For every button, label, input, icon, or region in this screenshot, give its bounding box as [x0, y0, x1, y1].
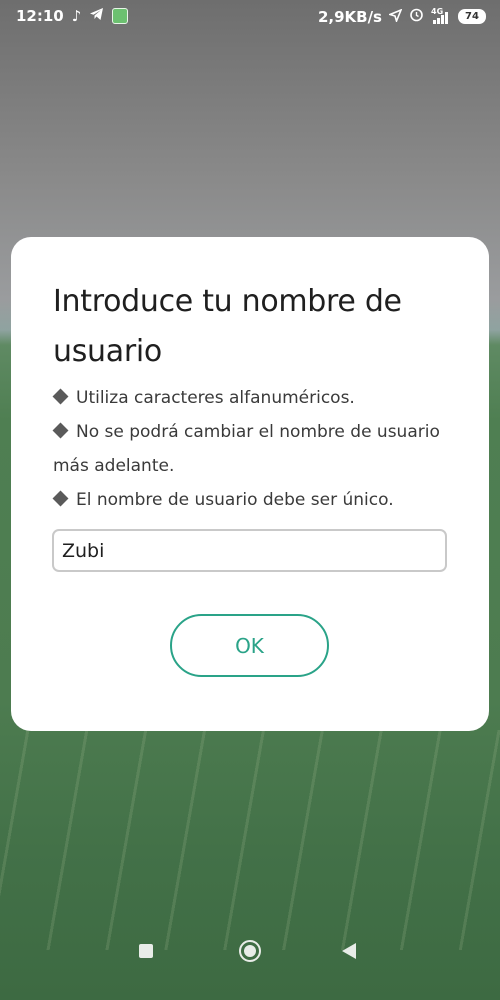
tiktok-icon: ♪: [71, 7, 82, 25]
recents-square-icon[interactable]: [139, 944, 153, 958]
telegram-icon: [89, 7, 104, 25]
diamond-bullet-icon: [52, 490, 69, 507]
app-notification-icon: [112, 8, 129, 24]
back-triangle-icon[interactable]: [342, 943, 356, 959]
screen: 12:10 ♪ 2,9KB/s 4G 74 Introduce tu nombr…: [0, 0, 500, 1000]
dialog-title: Introduce tu nombre de usuario: [53, 284, 402, 369]
navigation-bar: [0, 940, 500, 1000]
status-right: 2,9KB/s 4G 74: [318, 7, 486, 26]
rule-item: No se podrá cambiar el nombre de usuario…: [52, 415, 453, 483]
username-input[interactable]: [52, 529, 447, 572]
network-speed: 2,9KB/s: [317, 7, 382, 26]
ok-button[interactable]: OK: [170, 614, 329, 677]
rule-item: Utiliza caracteres alfanuméricos.: [52, 381, 453, 415]
signal-icon: 4G: [431, 7, 451, 24]
status-time: 12:10: [16, 7, 64, 25]
status-left: 12:10 ♪: [16, 7, 129, 25]
rule-item: El nombre de usuario debe ser único.: [52, 483, 453, 517]
location-arrow-icon: [387, 8, 403, 26]
status-bar: 12:10 ♪ 2,9KB/s 4G 74: [0, 0, 500, 34]
battery-level: 74: [465, 11, 479, 22]
rules-list: Utiliza caracteres alfanuméricos. No se …: [52, 381, 453, 517]
rule-text: No se podrá cambiar el nombre de usuario…: [53, 422, 440, 476]
rule-text: El nombre de usuario debe ser único.: [76, 490, 394, 510]
diamond-bullet-icon: [52, 388, 69, 405]
home-circle-icon[interactable]: [239, 940, 261, 962]
diamond-bullet-icon: [52, 422, 69, 439]
background-grass: [0, 730, 500, 950]
rule-text: Utiliza caracteres alfanuméricos.: [76, 388, 355, 408]
alarm-icon: [409, 7, 424, 26]
username-dialog: Introduce tu nombre de usuario Utiliza c…: [11, 237, 489, 731]
battery-icon: 74: [458, 9, 486, 24]
